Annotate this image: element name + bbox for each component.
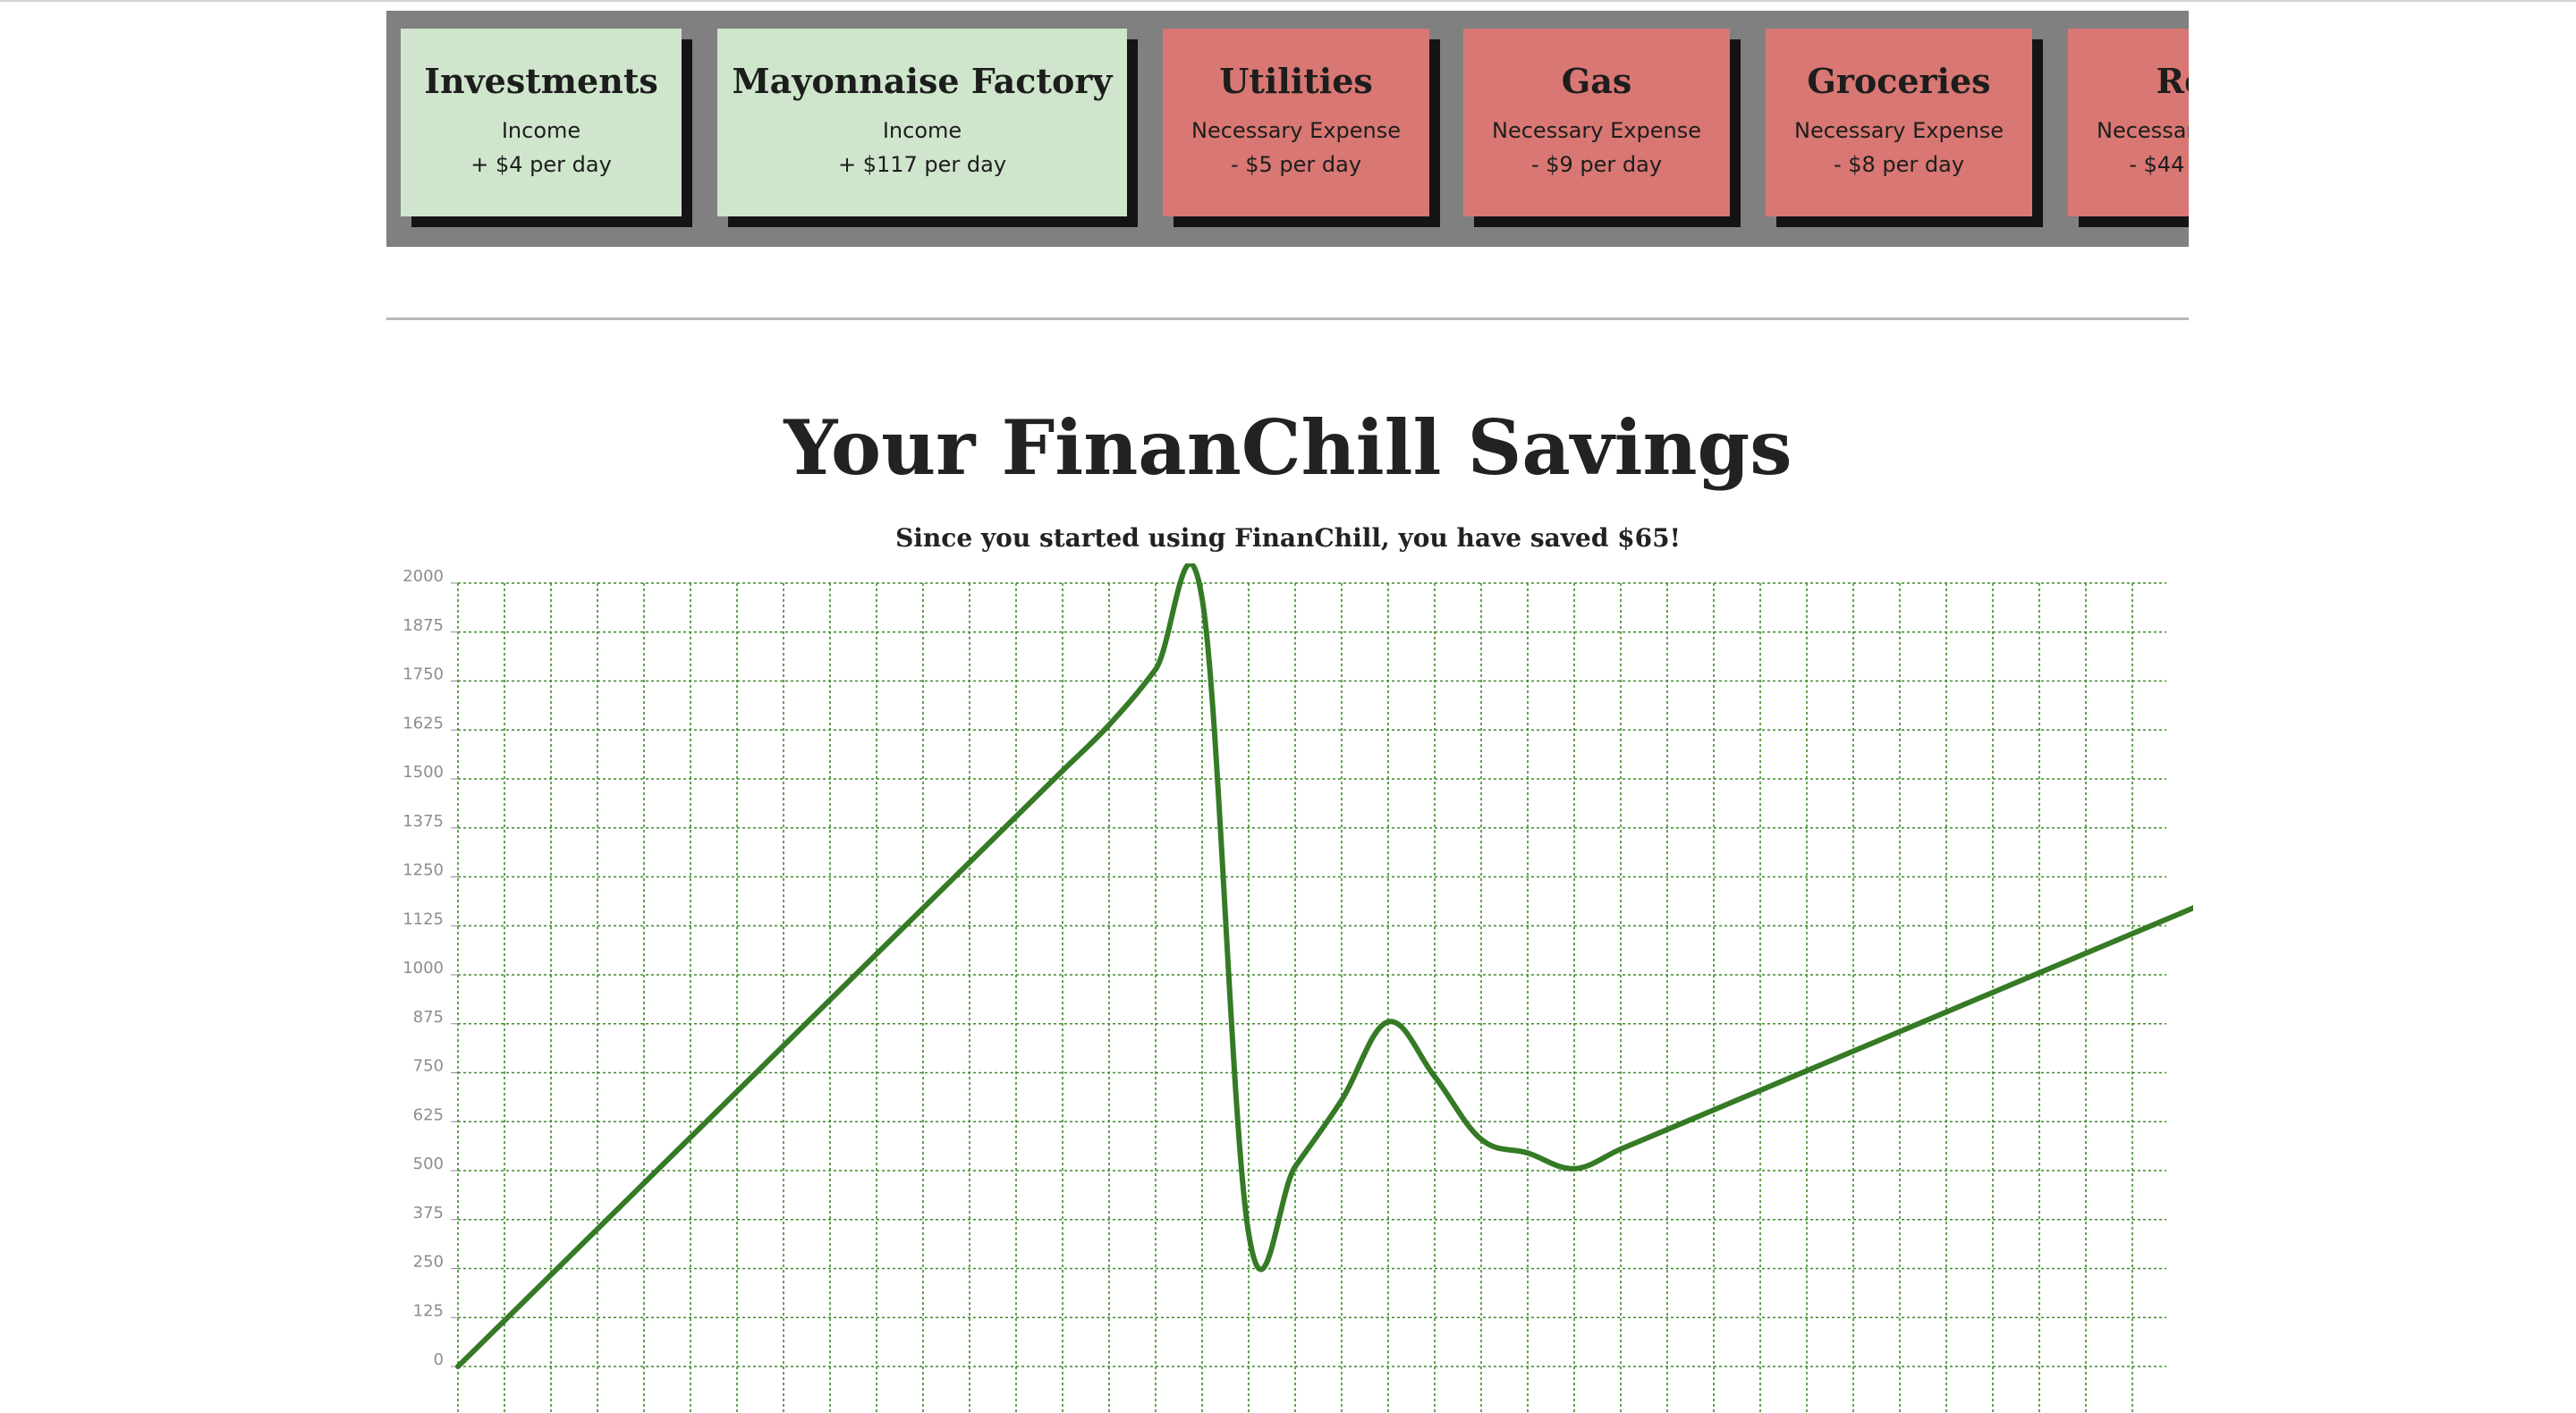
card-title: Groceries xyxy=(1807,61,1991,101)
card-title: Mayonnaise Factory xyxy=(732,61,1113,101)
budget-card-strip[interactable]: Investments Income + $4 per day Mayonnai… xyxy=(386,11,2189,247)
chart-grid xyxy=(457,582,2166,1413)
card-title: Investments xyxy=(424,61,658,101)
y-tick-label: 1375 xyxy=(402,812,444,831)
card-type: Income xyxy=(882,118,962,143)
y-axis-ticks: 0 125 250 375 500 625 750 875 1000 1125 1250 1375 15… xyxy=(402,567,458,1369)
y-tick-label: 625 xyxy=(413,1105,444,1124)
card-amount: - $44 per day xyxy=(2129,152,2189,177)
y-tick-label: 1625 xyxy=(402,714,444,732)
y-tick-label: 0 xyxy=(434,1350,444,1369)
y-tick-label: 500 xyxy=(413,1155,444,1173)
card-type: Necessary Expense xyxy=(1191,118,1401,143)
y-tick-label: 1875 xyxy=(402,616,444,635)
card-amount: + $117 per day xyxy=(837,152,1007,177)
card-amount: - $9 per day xyxy=(1530,152,1663,177)
card-amount: - $8 per day xyxy=(1833,152,1965,177)
y-tick-label: 875 xyxy=(413,1008,444,1027)
card-type: Necessary Expense xyxy=(1492,118,1701,143)
card-type: Necessary Expense xyxy=(2097,118,2189,143)
card-amount: - $5 per day xyxy=(1230,152,1362,177)
y-tick-label: 250 xyxy=(413,1253,444,1272)
card-type: Necessary Expense xyxy=(1794,118,2004,143)
budget-card-investments[interactable]: Investments Income + $4 per day xyxy=(401,29,682,216)
budget-card-utilities[interactable]: Utilities Necessary Expense - $5 per day xyxy=(1163,29,1429,216)
budget-card-gas[interactable]: Gas Necessary Expense - $9 per day xyxy=(1463,29,1730,216)
savings-title: Your FinanChill Savings xyxy=(784,403,1792,492)
y-tick-label: 1125 xyxy=(402,910,444,928)
y-tick-label: 1250 xyxy=(402,861,444,880)
section-divider xyxy=(386,317,2189,320)
card-amount: + $4 per day xyxy=(470,152,612,177)
budget-card-groceries[interactable]: Groceries Necessary Expense - $8 per day xyxy=(1766,29,2032,216)
savings-line-chart: 0 125 250 375 500 625 750 875 1000 1125 1250 1375 15… xyxy=(402,563,2193,1413)
card-title: Rent xyxy=(2156,61,2189,101)
savings-series-line xyxy=(455,563,2193,1369)
card-title: Utilities xyxy=(1219,61,1373,101)
y-tick-label: 750 xyxy=(413,1057,444,1076)
y-tick-label: 1750 xyxy=(402,665,444,684)
y-tick-label: 375 xyxy=(413,1204,444,1223)
card-title: Gas xyxy=(1561,61,1632,101)
savings-subtitle: Since you started using FinanChill, you … xyxy=(895,523,1681,553)
top-border xyxy=(0,0,2576,2)
budget-card-mayonnaise-factory[interactable]: Mayonnaise Factory Income + $117 per day xyxy=(717,29,1127,216)
y-tick-label: 125 xyxy=(413,1301,444,1320)
budget-card-rent[interactable]: Rent Necessary Expense - $44 per day xyxy=(2068,29,2189,216)
y-tick-label: 1000 xyxy=(402,959,444,977)
y-tick-label: 1500 xyxy=(402,763,444,782)
card-type: Income xyxy=(501,118,581,143)
y-tick-label: 2000 xyxy=(402,567,444,586)
